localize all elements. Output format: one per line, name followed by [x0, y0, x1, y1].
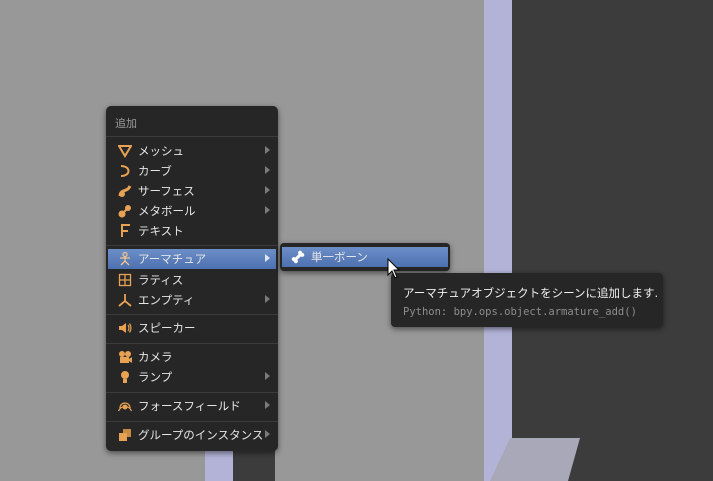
menu-item-label: フォースフィールド: [138, 399, 241, 413]
menu-item-label: メッシュ: [138, 144, 184, 158]
menu-item-mesh[interactable]: メッシュ: [108, 141, 276, 161]
submenu-arrow-icon: [265, 186, 270, 194]
add-menu: 追加 メッシュ カーブ サーフェス メタボール テキスト アーマチュア ラティス…: [106, 106, 278, 451]
camera-icon: [117, 349, 133, 365]
menu-item-empty[interactable]: エンプティ: [108, 290, 276, 310]
submenu-arrow-icon: [265, 166, 270, 174]
menu-item-surface[interactable]: サーフェス: [108, 181, 276, 201]
menu-item-camera[interactable]: カメラ: [108, 347, 276, 367]
menu-item-lamp[interactable]: ランプ: [108, 367, 276, 387]
armature-submenu: 単一ボーン: [280, 243, 450, 271]
submenu-arrow-icon: [265, 254, 270, 262]
menu-item-label: メタボール: [138, 204, 196, 218]
metaball-icon: [117, 203, 133, 219]
menu-item-text[interactable]: テキスト: [108, 221, 276, 241]
lamp-icon: [117, 369, 133, 385]
menu-separator: [106, 392, 278, 393]
mouse-cursor-icon: [387, 258, 401, 279]
menu-item-label: ラティス: [138, 273, 184, 287]
menu-item-label: スピーカー: [138, 321, 196, 335]
menu-item-curve[interactable]: カーブ: [108, 161, 276, 181]
submenu-arrow-icon: [265, 206, 270, 214]
viewport-object-shape: [490, 438, 580, 481]
submenu-arrow-icon: [265, 401, 270, 409]
menu-item-speaker[interactable]: スピーカー: [108, 318, 276, 338]
curve-icon: [117, 163, 133, 179]
menu-item-group-instance[interactable]: グループのインスタンス: [108, 425, 276, 445]
submenu-item-single-bone[interactable]: 単一ボーン: [282, 247, 448, 267]
menu-separator: [106, 421, 278, 422]
tooltip-description: アーマチュアオブジェクトをシーンに追加します.: [403, 286, 659, 300]
menu-separator: [106, 136, 278, 137]
menu-item-label: グループのインスタンス: [138, 428, 264, 442]
empty-icon: [117, 292, 133, 308]
submenu-item-label: 単一ボーン: [311, 250, 368, 264]
viewport-lavender-strip: [484, 0, 512, 481]
menu-item-metaball[interactable]: メタボール: [108, 201, 276, 221]
armature-icon: [117, 251, 133, 267]
mesh-icon: [117, 143, 133, 159]
menu-item-label: エンプティ: [138, 293, 195, 307]
menu-item-lattice[interactable]: ラティス: [108, 270, 276, 290]
speaker-icon: [117, 320, 133, 336]
submenu-arrow-icon: [265, 146, 270, 154]
surface-icon: [117, 183, 133, 199]
menu-separator: [106, 343, 278, 344]
menu-title: 追加: [115, 117, 137, 130]
text-icon: [117, 223, 133, 239]
force-field-icon: [117, 398, 133, 414]
menu-separator: [106, 245, 278, 246]
group-instance-icon: [117, 427, 133, 443]
tooltip-python: Python: bpy.ops.object.armature_add(): [403, 306, 637, 318]
menu-item-force-field[interactable]: フォースフィールド: [108, 396, 276, 416]
submenu-arrow-icon: [265, 430, 270, 438]
menu-item-label: アーマチュア: [138, 252, 207, 266]
viewport-dark-panel: [512, 0, 713, 481]
submenu-arrow-icon: [265, 295, 270, 303]
menu-item-label: ランプ: [138, 370, 173, 384]
menu-item-label: テキスト: [138, 224, 184, 238]
menu-item-label: カメラ: [138, 350, 173, 364]
lattice-icon: [117, 272, 133, 288]
submenu-arrow-icon: [265, 372, 270, 380]
menu-item-label: カーブ: [138, 164, 172, 178]
menu-separator: [106, 314, 278, 315]
bone-icon: [290, 249, 306, 265]
menu-item-label: サーフェス: [138, 184, 195, 198]
tooltip: アーマチュアオブジェクトをシーンに追加します. Python: bpy.ops.…: [391, 273, 663, 327]
menu-item-armature[interactable]: アーマチュア: [108, 249, 276, 269]
